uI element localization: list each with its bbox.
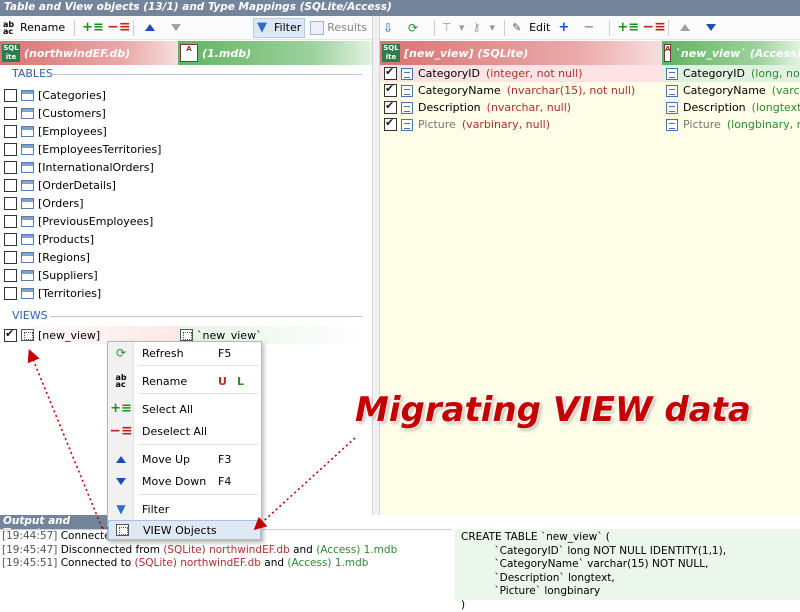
annotation-banner: Migrating VIEW data <box>355 390 751 430</box>
annotation-arrows <box>27 349 356 531</box>
arrow-to-view-objects <box>253 437 356 531</box>
arrow-to-view-row <box>27 349 103 529</box>
